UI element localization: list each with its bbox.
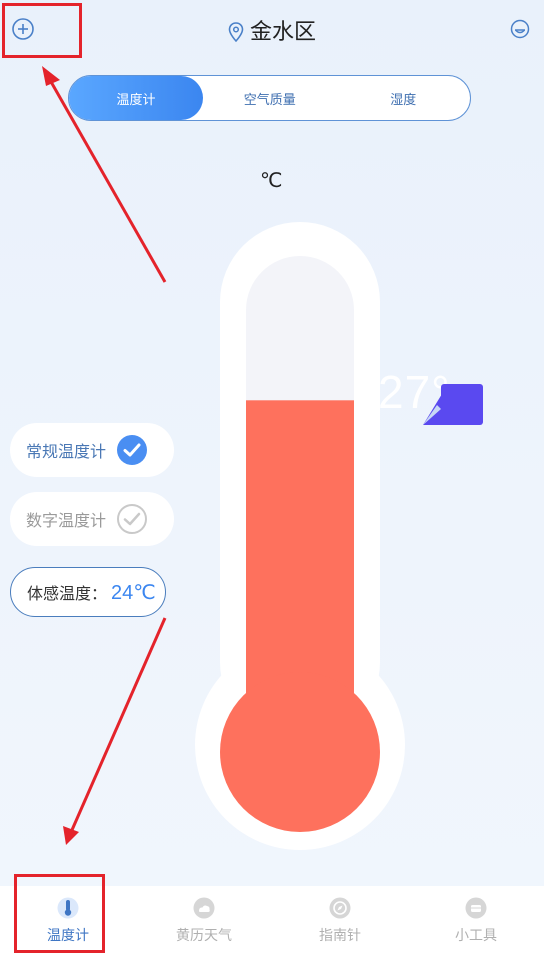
compass-icon	[329, 897, 351, 919]
nav-almanac-weather[interactable]: 黄历天气	[136, 886, 272, 956]
feels-like-value: 24℃	[111, 581, 156, 604]
temperature-flag	[423, 384, 483, 425]
tab-thermometer[interactable]: 温度计	[69, 76, 203, 120]
toolbox-icon	[465, 897, 487, 919]
mode-digital-label: 数字温度计	[26, 513, 107, 530]
nav-tools-label: 小工具	[455, 927, 497, 943]
tab-bar: 温度计 空气质量 湿度	[68, 75, 471, 121]
top-bar: 金水区	[0, 0, 544, 60]
arrow-down-head	[63, 826, 79, 845]
mode-normal-thermometer[interactable]: 常规温度计	[10, 423, 174, 477]
nav-almanac-weather-label: 黄历天气	[176, 927, 232, 943]
feels-like-temperature[interactable]: 体感温度： 24℃	[10, 567, 166, 617]
check-filled-icon	[117, 435, 147, 465]
feels-like-label: 体感温度：	[27, 586, 108, 603]
location-pin-icon	[228, 22, 244, 42]
highlight-box-nav	[14, 874, 105, 953]
unit-label: ℃	[260, 170, 283, 192]
smile-icon[interactable]	[510, 19, 530, 39]
location-name: 金水区	[249, 19, 316, 44]
nav-tools[interactable]: 小工具	[408, 886, 544, 956]
location-title[interactable]: 金水区	[0, 14, 544, 46]
tab-air-quality[interactable]: 空气质量	[203, 76, 337, 120]
check-outline-icon	[117, 504, 147, 534]
mode-digital-thermometer[interactable]: 数字温度计	[10, 492, 174, 546]
thermometer	[195, 222, 405, 850]
mode-normal-label: 常规温度计	[26, 444, 107, 461]
thermometer-bulb	[220, 672, 380, 832]
arrow-down-line	[70, 617, 167, 831]
arrow-up-head	[42, 66, 60, 86]
nav-compass-label: 指南针	[319, 927, 361, 943]
nav-compass[interactable]: 指南针	[272, 886, 408, 956]
cloud-icon	[193, 897, 215, 919]
tab-humidity[interactable]: 湿度	[337, 76, 471, 120]
